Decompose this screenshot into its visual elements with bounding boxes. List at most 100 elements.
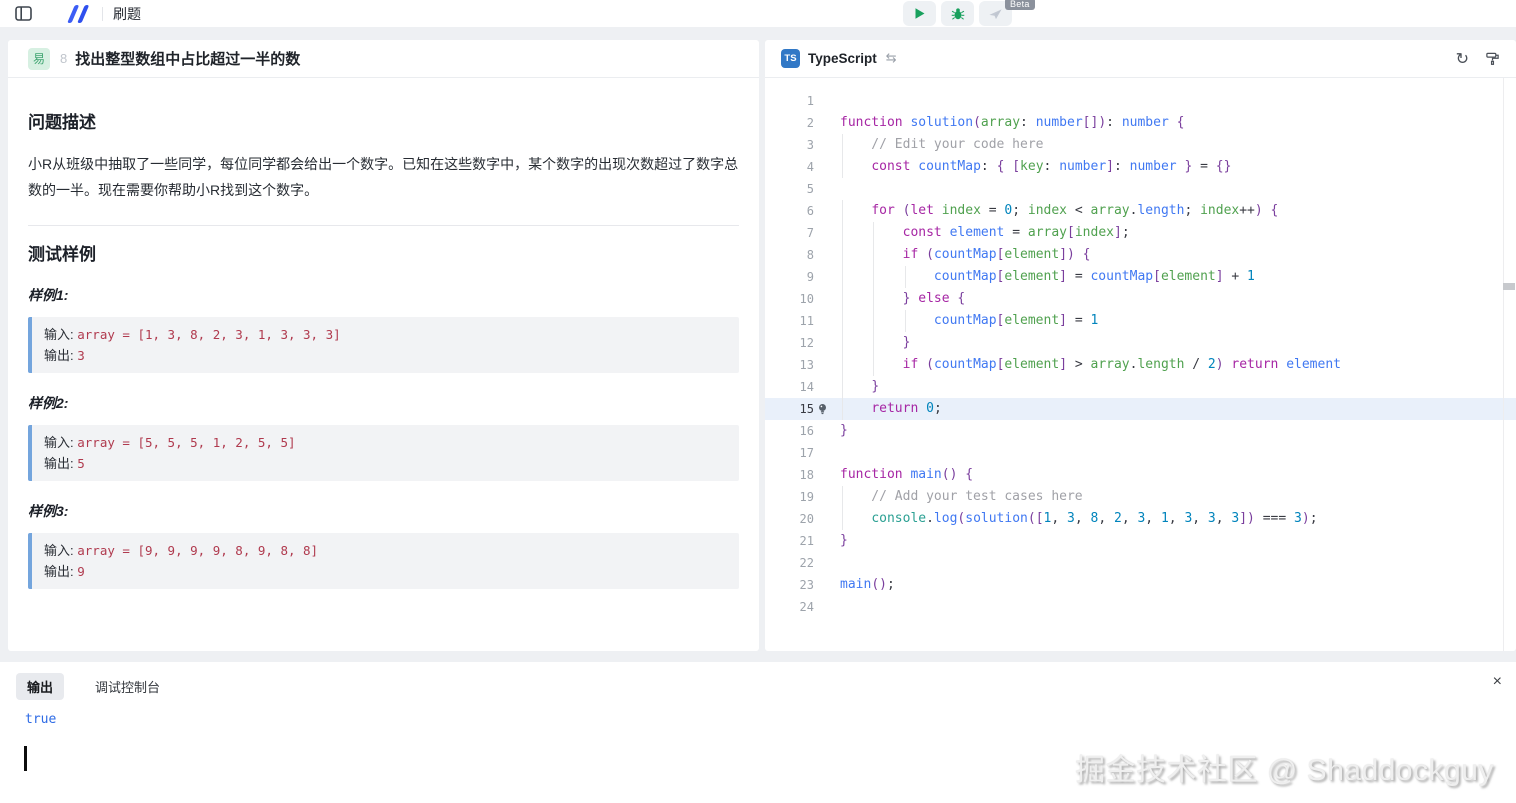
output-code: 3 — [77, 348, 85, 363]
code-line[interactable]: 23main(); — [765, 574, 1516, 596]
code-line[interactable]: 11 countMap[element] = 1 — [765, 310, 1516, 332]
sample-1-block: 输入: array = [1, 3, 8, 2, 3, 1, 3, 3, 3] … — [28, 317, 739, 373]
code-line[interactable]: 4 const countMap: { [key: number]: numbe… — [765, 156, 1516, 178]
divider — [28, 225, 739, 226]
difficulty-badge: 易 — [28, 48, 50, 70]
console-panel: 输出 调试控制台 × true 掘金技术社区 @ Shaddockguy — [0, 662, 1516, 803]
input-label: 输入: — [44, 543, 74, 558]
code-line[interactable]: 15 return 0; — [765, 398, 1516, 420]
line-number: 24 — [765, 596, 814, 618]
brand-label: 刷题 — [113, 4, 141, 24]
input-label: 输入: — [44, 435, 74, 450]
console-body: true — [0, 700, 1516, 728]
lightbulb-icon[interactable] — [816, 402, 829, 422]
line-number: 13 — [765, 354, 814, 376]
close-icon[interactable]: × — [1493, 674, 1502, 690]
topbar: 刷题 Beta — [0, 0, 1516, 27]
console-tabs: 输出 调试控制台 — [0, 662, 1516, 700]
code-editor[interactable]: 12function solution(array: number[]): nu… — [765, 78, 1516, 651]
submit-button[interactable]: Beta — [979, 1, 1012, 26]
editor-header: TS TypeScript ⇆ ↻ — [765, 40, 1516, 78]
language-label: TypeScript — [808, 51, 877, 66]
run-button[interactable] — [903, 1, 936, 26]
code-line[interactable]: 2function solution(array: number[]): num… — [765, 112, 1516, 134]
tab-debug-console[interactable]: 调试控制台 — [84, 673, 171, 700]
code-line[interactable]: 22 — [765, 552, 1516, 574]
description-heading: 问题描述 — [28, 108, 739, 133]
sample-3-label: 样例3: — [28, 501, 739, 521]
input-code: array = [1, 3, 8, 2, 3, 1, 3, 3, 3] — [77, 327, 340, 342]
code-line[interactable]: 21} — [765, 530, 1516, 552]
code-line[interactable]: 8 if (countMap[element]) { — [765, 244, 1516, 266]
switch-language-icon[interactable]: ⇆ — [886, 51, 897, 66]
editor-scrollbar[interactable] — [1503, 78, 1516, 651]
format-code-button[interactable] — [1485, 51, 1500, 66]
code-line[interactable]: 19 // Add your test cases here — [765, 486, 1516, 508]
line-number: 14 — [765, 376, 814, 398]
line-number: 1 — [765, 90, 814, 112]
console-output-text: true — [25, 712, 1516, 728]
output-code: 5 — [77, 456, 85, 471]
code-line[interactable]: 24 — [765, 596, 1516, 618]
output-label: 输出: — [44, 456, 74, 471]
line-number: 20 — [765, 508, 814, 530]
watermark: 掘金技术社区 @ Shaddockguy — [1075, 745, 1494, 789]
output-code: 9 — [77, 564, 85, 579]
sample-2-label: 样例2: — [28, 393, 739, 413]
code-line[interactable]: 9 countMap[element] = countMap[element] … — [765, 266, 1516, 288]
marscode-logo[interactable] — [60, 4, 94, 24]
send-icon — [988, 7, 1003, 21]
code-line[interactable]: 3 // Edit your code here — [765, 134, 1516, 156]
problem-body: 问题描述 小R从班级中抽取了一些同学，每位同学都会给出一个数字。已知在这些数字中… — [8, 78, 759, 611]
output-label: 输出: — [44, 348, 74, 363]
code-line[interactable]: 14 } — [765, 376, 1516, 398]
problem-panel: 易 8 找出整型数组中占比超过一半的数 问题描述 小R从班级中抽取了一些同学，每… — [8, 40, 759, 651]
code-line[interactable]: 18function main() { — [765, 464, 1516, 486]
description-text: 小R从班级中抽取了一些同学，每位同学都会给出一个数字。已知在这些数字中，某个数字… — [28, 151, 739, 203]
line-number: 11 — [765, 310, 814, 332]
input-code: array = [9, 9, 9, 9, 8, 9, 8, 8] — [77, 543, 318, 558]
line-number: 9 — [765, 266, 814, 288]
line-number: 17 — [765, 442, 814, 464]
problem-id: 8 — [60, 51, 67, 66]
problem-title: 找出整型数组中占比超过一半的数 — [75, 48, 300, 69]
code-line[interactable]: 13 if (countMap[element] > array.length … — [765, 354, 1516, 376]
sample-2-block: 输入: array = [5, 5, 5, 1, 2, 5, 5] 输出: 5 — [28, 425, 739, 481]
code-line[interactable]: 6 for (let index = 0; index < array.leng… — [765, 200, 1516, 222]
line-number: 7 — [765, 222, 814, 244]
code-line[interactable]: 7 const element = array[index]; — [765, 222, 1516, 244]
tab-output[interactable]: 输出 — [16, 673, 64, 700]
scrollbar-thumb[interactable] — [1503, 283, 1515, 290]
run-actions: Beta — [903, 1, 1012, 26]
format-icon — [1485, 51, 1500, 66]
sample-3-block: 输入: array = [9, 9, 9, 9, 8, 9, 8, 8] 输出:… — [28, 533, 739, 589]
reset-code-button[interactable]: ↻ — [1456, 51, 1469, 67]
samples-heading: 测试样例 — [28, 240, 739, 265]
debug-button[interactable] — [941, 1, 974, 26]
line-number: 5 — [765, 178, 814, 200]
sidebar-toggle-icon[interactable] — [12, 4, 34, 24]
line-number: 3 — [765, 134, 814, 156]
editor-panel: TS TypeScript ⇆ ↻ 12function solution(ar… — [765, 40, 1516, 651]
text-caret — [24, 746, 27, 771]
code-line[interactable]: 5 — [765, 178, 1516, 200]
refresh-icon: ↻ — [1456, 51, 1469, 67]
code-line[interactable]: 12 } — [765, 332, 1516, 354]
line-number: 4 — [765, 156, 814, 178]
line-number: 2 — [765, 112, 814, 134]
code-line[interactable]: 17 — [765, 442, 1516, 464]
line-number: 21 — [765, 530, 814, 552]
code-line[interactable]: 1 — [765, 90, 1516, 112]
output-label: 输出: — [44, 564, 74, 579]
code-line[interactable]: 10 } else { — [765, 288, 1516, 310]
sample-1-label: 样例1: — [28, 285, 739, 305]
code-line[interactable]: 16} — [765, 420, 1516, 442]
play-icon — [913, 7, 926, 20]
line-number: 16 — [765, 420, 814, 442]
code-line[interactable]: 20 console.log(solution([1, 3, 8, 2, 3, … — [765, 508, 1516, 530]
input-label: 输入: — [44, 327, 74, 342]
line-number: 22 — [765, 552, 814, 574]
beta-badge: Beta — [1005, 0, 1035, 10]
line-number: 8 — [765, 244, 814, 266]
line-number: 18 — [765, 464, 814, 486]
